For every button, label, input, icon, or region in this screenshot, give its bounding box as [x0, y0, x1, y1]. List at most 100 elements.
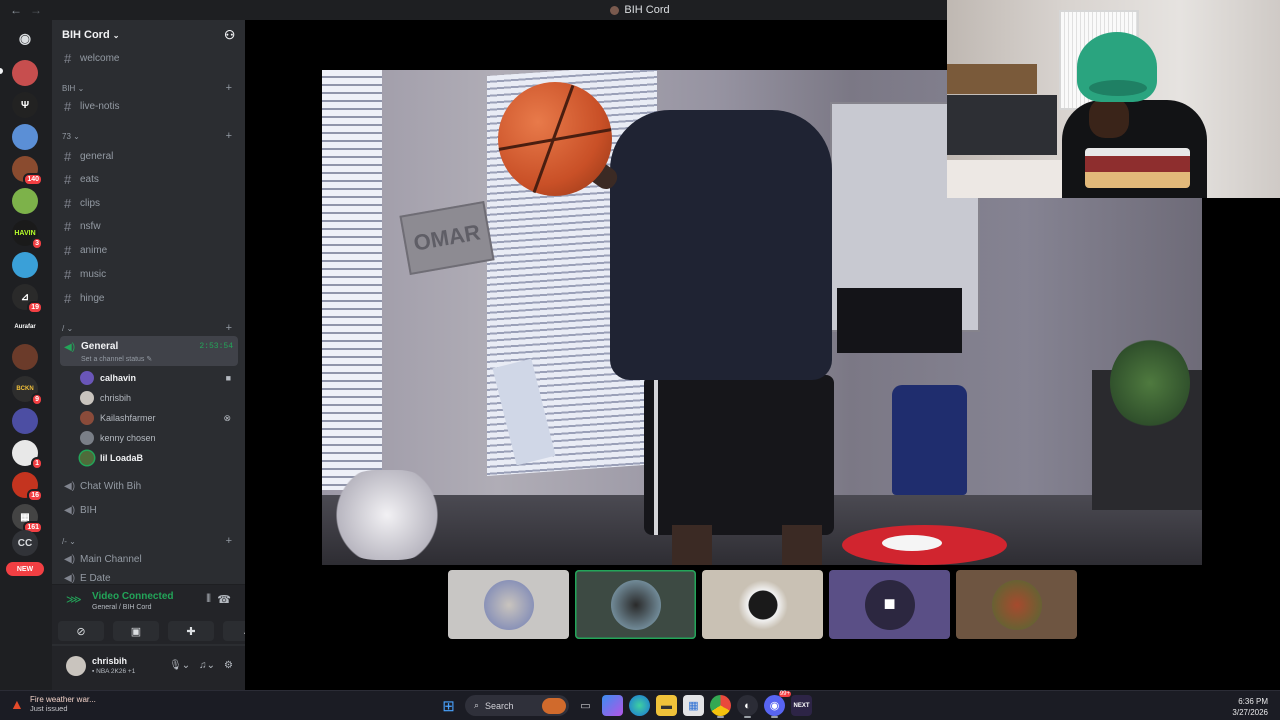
server-icon[interactable]: ⊿ 19 [12, 284, 43, 314]
video-frame [610, 110, 832, 380]
next-app-icon[interactable]: NEXT [791, 695, 812, 716]
webcam-overlay [947, 0, 1280, 198]
voice-user[interactable]: chrisbih [80, 389, 235, 407]
participant-tile[interactable] [575, 570, 696, 639]
voice-status[interactable]: Video Connected [92, 591, 174, 602]
voice-channel-bih[interactable]: ◀) BIH [60, 500, 238, 520]
window-title-text: BIH Cord [624, 4, 670, 16]
category-label: / [62, 323, 65, 333]
task-view-icon[interactable]: ▭ [575, 695, 596, 716]
channel-partial[interactable]: ◀) E Date [60, 572, 238, 584]
system-clock[interactable]: 6:36 PM 3/27/2026 [1232, 696, 1268, 718]
participant-tile[interactable]: ■ [829, 570, 950, 639]
obs-icon[interactable]: ◐ [737, 695, 758, 718]
channel-label: live-notis [80, 100, 120, 112]
server-icon[interactable]: HAVIN 3 [12, 220, 43, 250]
server-icon[interactable]: Ψ [12, 92, 38, 118]
voice-user-name: chrisbih [100, 393, 132, 403]
add-channel-icon[interactable]: + [226, 535, 232, 547]
weather-sub: Just issued [30, 704, 68, 713]
hash-icon: # [64, 148, 72, 164]
taskbar-apps: ⊞ ⌕ Search ▭ ▬ ▦ ◐ ◉ 99+ NEXT [438, 691, 812, 718]
channel-anime[interactable]: # anime [60, 240, 238, 260]
channel-label: welcome [80, 52, 120, 64]
server-pip [0, 68, 3, 74]
server-icon[interactable]: 16 [12, 472, 43, 502]
category-slash[interactable]: / ⌄ + [62, 322, 232, 334]
server-icon[interactable] [12, 344, 38, 370]
server-icon[interactable] [12, 124, 38, 150]
participant-tile[interactable] [702, 570, 823, 639]
taskbar-search[interactable]: ⌕ Search [465, 695, 569, 716]
windows-start-icon[interactable]: ⊞ [438, 695, 459, 716]
noise-suppression-icon[interactable]: ⦀ [206, 593, 211, 606]
weather-widget[interactable]: ▲ Fire weather war... Just issued [10, 695, 96, 713]
server-icon[interactable] [12, 60, 38, 86]
channel-hinge[interactable]: # hinge [60, 288, 238, 308]
clock-date: 3/27/2026 [1232, 708, 1268, 717]
channel-nsfw[interactable]: # nsfw [60, 216, 238, 236]
server-icon[interactable]: BCKN 9 [12, 376, 43, 406]
add-channel-icon[interactable]: + [226, 322, 232, 334]
copilot-icon[interactable] [602, 695, 623, 716]
video-frame [672, 525, 712, 565]
avatar[interactable] [66, 656, 86, 676]
webcam-frame [947, 64, 1037, 94]
search-highlight-icon [542, 697, 566, 714]
channel-general[interactable]: # general [60, 146, 238, 166]
channel-status-button[interactable]: Set a channel status ✎ [81, 355, 152, 363]
server-icon[interactable]: Aurafar [12, 314, 38, 340]
voice-channel-main[interactable]: ◀) Main Channel [60, 549, 238, 569]
store-icon[interactable]: ▦ [683, 695, 704, 716]
microphone-icon[interactable]: 🎙︎⌄ [169, 660, 190, 671]
running-indicator [717, 716, 724, 718]
voice-user-name: kenny chosen [100, 433, 156, 443]
webcam-frame [1085, 148, 1190, 188]
user-name[interactable]: chrisbih [92, 656, 127, 666]
add-member-icon[interactable]: ⚇ [224, 28, 235, 42]
voice-user[interactable]: kenny chosen [80, 429, 235, 447]
channel-welcome[interactable]: # welcome [60, 48, 238, 68]
category-bih[interactable]: BIH ⌄ + [62, 82, 232, 94]
disconnect-icon[interactable]: ☎ [217, 593, 231, 606]
server-icon[interactable]: 1 [12, 440, 43, 470]
chrome-icon[interactable] [710, 695, 731, 718]
video-icon: ■ [225, 373, 231, 383]
voice-user[interactable]: calhavin ■ [80, 369, 235, 387]
server-icon[interactable] [12, 188, 38, 214]
category-label: 73 [62, 131, 71, 141]
voice-user[interactable]: lil LoadaB [80, 449, 235, 467]
activities-button[interactable]: ✚ [168, 621, 214, 641]
camera-off-button[interactable]: ⊘ [58, 621, 104, 641]
server-cc[interactable]: CC [12, 530, 38, 556]
channel-live-notis[interactable]: # live-notis [60, 96, 238, 116]
avatar [483, 579, 534, 630]
voice-user[interactable]: Kailashfarmer ⊗ [80, 409, 235, 427]
participant-tile[interactable] [956, 570, 1077, 639]
sign-text: OMAR [411, 219, 483, 256]
add-channel-icon[interactable]: + [226, 82, 232, 94]
category-tilde[interactable]: /- ⌄ + [62, 535, 232, 547]
headphones-icon[interactable]: ♫⌄ [199, 660, 215, 671]
channel-music[interactable]: # music [60, 264, 238, 284]
discord-taskbar-icon[interactable]: ◉ 99+ [764, 691, 791, 718]
server-icon[interactable]: 140 [12, 156, 43, 186]
signal-icon[interactable]: ⋙ [66, 593, 82, 606]
channel-eats[interactable]: # eats [60, 169, 238, 189]
file-explorer-icon[interactable]: ▬ [656, 695, 677, 716]
server-icon[interactable] [12, 408, 38, 434]
voice-channel-general[interactable]: ◀) General 2:53:54 Set a channel status … [60, 336, 238, 366]
add-channel-icon[interactable]: + [226, 130, 232, 142]
gear-icon[interactable]: ⚙ [224, 660, 233, 671]
guild-header[interactable]: BIH Cord ⌄ ⚇ [52, 20, 245, 50]
server-icon[interactable]: ▦ 161 [12, 504, 43, 534]
speaker-icon: ◀) [64, 572, 76, 584]
participant-tile[interactable] [448, 570, 569, 639]
edge-icon[interactable] [629, 695, 650, 716]
server-icon[interactable] [12, 252, 38, 278]
screen-share-button[interactable]: ▣ [113, 621, 159, 641]
channel-clips[interactable]: # clips [60, 193, 238, 213]
discord-icon[interactable]: ◉ [12, 25, 38, 51]
category-73[interactable]: 73 ⌄ + [62, 130, 232, 142]
voice-channel-chat-with-bih[interactable]: ◀) Chat With Bih [60, 476, 238, 496]
